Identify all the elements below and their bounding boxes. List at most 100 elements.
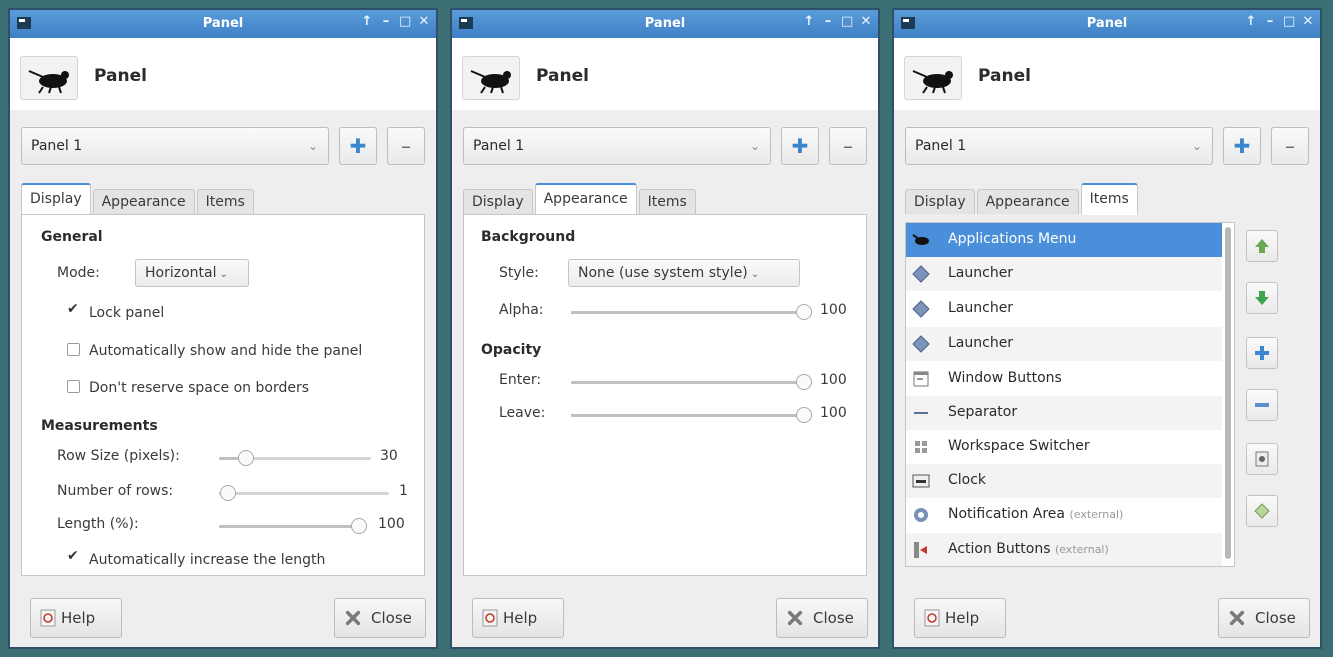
slider-handle[interactable] <box>219 485 236 501</box>
enter-slider[interactable] <box>571 372 812 392</box>
dont-reserve-label: Don't reserve space on borders <box>89 380 310 396</box>
tab-items[interactable]: Items <box>1080 183 1138 215</box>
rows-slider[interactable] <box>219 483 389 503</box>
list-item[interactable]: Clock <box>906 464 1222 498</box>
minimize-icon[interactable]: – <box>380 14 392 29</box>
panel-select-value: Panel 1 <box>31 138 83 154</box>
close-button[interactable]: Close <box>1218 598 1310 638</box>
tab-appearance[interactable]: Appearance <box>534 183 637 215</box>
window-buttons-icon <box>913 371 929 387</box>
dont-reserve-checkbox[interactable]: Don't reserve space on borders <box>67 380 309 396</box>
slider-handle[interactable] <box>795 374 812 390</box>
stick-icon[interactable]: ↑ <box>1245 14 1257 29</box>
slider-handle[interactable] <box>238 450 255 466</box>
panel-select[interactable]: Panel 1 ⌄ <box>21 127 329 165</box>
titlebar[interactable]: Panel ↑ – □ ✕ <box>894 10 1320 38</box>
list-item[interactable]: Action Buttons (external) <box>906 533 1222 566</box>
tab-appearance[interactable]: Appearance <box>976 189 1079 214</box>
move-down-button[interactable] <box>1246 282 1278 314</box>
length-slider[interactable] <box>219 516 367 536</box>
scrollbar[interactable] <box>1225 227 1231 559</box>
lock-panel-checkbox[interactable]: Lock panel <box>67 301 164 321</box>
mouse-icon <box>912 234 929 245</box>
tab-display[interactable]: Display <box>905 189 975 214</box>
panel-select[interactable]: Panel 1 ⌄ <box>463 127 771 165</box>
general-heading: General <box>41 229 103 245</box>
item-label: Launcher <box>948 300 1014 316</box>
slider-handle[interactable] <box>350 518 367 534</box>
style-value: None (use system style) <box>578 265 748 281</box>
tab-items[interactable]: Items <box>196 189 254 214</box>
alpha-slider[interactable] <box>571 302 812 322</box>
close-x-icon <box>345 610 361 626</box>
close-icon[interactable]: ✕ <box>860 14 872 29</box>
stick-icon[interactable]: ↑ <box>803 14 815 29</box>
list-item[interactable]: Applications Menu <box>906 223 1222 257</box>
maximize-icon[interactable]: □ <box>841 14 853 29</box>
header-title: Panel <box>536 66 589 86</box>
leave-value: 100 <box>820 405 847 421</box>
remove-panel-button[interactable]: – <box>387 127 425 165</box>
items-list[interactable]: Applications Menu Launcher Launcher Laun… <box>905 222 1235 567</box>
maximize-icon[interactable]: □ <box>1283 14 1295 29</box>
minus-icon: – <box>843 134 853 158</box>
maximize-icon[interactable]: □ <box>399 14 411 29</box>
row-size-slider[interactable] <box>219 448 371 468</box>
move-up-button[interactable] <box>1246 230 1278 262</box>
remove-item-button[interactable] <box>1246 389 1278 421</box>
help-button[interactable]: Help <box>914 598 1006 638</box>
list-item[interactable]: Notification Area (external) <box>906 498 1222 532</box>
item-properties-button[interactable] <box>1246 443 1278 475</box>
titlebar[interactable]: Panel ↑ – □ ✕ <box>452 10 878 38</box>
plus-icon <box>1255 346 1269 360</box>
item-about-button[interactable] <box>1246 495 1278 527</box>
item-label: Separator <box>948 404 1018 420</box>
list-item[interactable]: Launcher <box>906 327 1222 361</box>
panel-select[interactable]: Panel 1 ⌄ <box>905 127 1213 165</box>
mode-select[interactable]: Horizontal ⌄ <box>135 259 249 287</box>
leave-slider[interactable] <box>571 405 812 425</box>
tab-display[interactable]: Display <box>21 183 91 215</box>
dialog-header: Panel <box>452 38 878 110</box>
length-label: Length (%): <box>57 516 139 532</box>
close-icon[interactable]: ✕ <box>1302 14 1314 29</box>
close-icon[interactable]: ✕ <box>418 14 430 29</box>
help-button[interactable]: Help <box>472 598 564 638</box>
list-item[interactable]: Launcher <box>906 292 1222 326</box>
add-item-button[interactable] <box>1246 337 1278 369</box>
add-panel-button[interactable]: ✚ <box>781 127 819 165</box>
dialog-body: Panel 1 ⌄ ✚ – Display Appearance Items B… <box>452 110 878 647</box>
slider-handle[interactable] <box>795 407 812 423</box>
enter-label: Enter: <box>499 372 542 388</box>
item-label: Applications Menu <box>948 231 1077 247</box>
style-select[interactable]: None (use system style) ⌄ <box>568 259 800 287</box>
tab-items[interactable]: Items <box>638 189 696 214</box>
list-item[interactable]: Window Buttons <box>906 362 1222 396</box>
mouse-icon <box>20 56 78 100</box>
minimize-icon[interactable]: – <box>822 14 834 29</box>
close-button[interactable]: Close <box>776 598 868 638</box>
stick-icon[interactable]: ↑ <box>361 14 373 29</box>
dialog-body: Panel 1 ⌄ ✚ – Display Appearance Items A… <box>894 110 1320 647</box>
autohide-checkbox[interactable]: Automatically show and hide the panel <box>67 343 362 359</box>
list-item[interactable]: Separator <box>906 396 1222 430</box>
properties-icon <box>1255 451 1269 467</box>
close-button[interactable]: Close <box>334 598 426 638</box>
item-name: Action Buttons <box>948 541 1051 557</box>
remove-panel-button[interactable]: – <box>1271 127 1309 165</box>
auto-length-checkbox[interactable]: Automatically increase the length <box>67 548 325 568</box>
tab-appearance[interactable]: Appearance <box>92 189 195 214</box>
slider-handle[interactable] <box>795 304 812 320</box>
plus-icon: ✚ <box>1233 134 1251 158</box>
item-external: (external) <box>1069 508 1124 521</box>
add-panel-button[interactable]: ✚ <box>339 127 377 165</box>
add-panel-button[interactable]: ✚ <box>1223 127 1261 165</box>
list-item[interactable]: Launcher <box>906 257 1222 291</box>
remove-panel-button[interactable]: – <box>829 127 867 165</box>
list-item[interactable]: Workspace Switcher <box>906 430 1222 464</box>
checkbox-checked-icon <box>67 301 80 318</box>
help-button[interactable]: Help <box>30 598 122 638</box>
titlebar[interactable]: Panel ↑ – □ ✕ <box>10 10 436 38</box>
tab-display[interactable]: Display <box>463 189 533 214</box>
minimize-icon[interactable]: – <box>1264 14 1276 29</box>
